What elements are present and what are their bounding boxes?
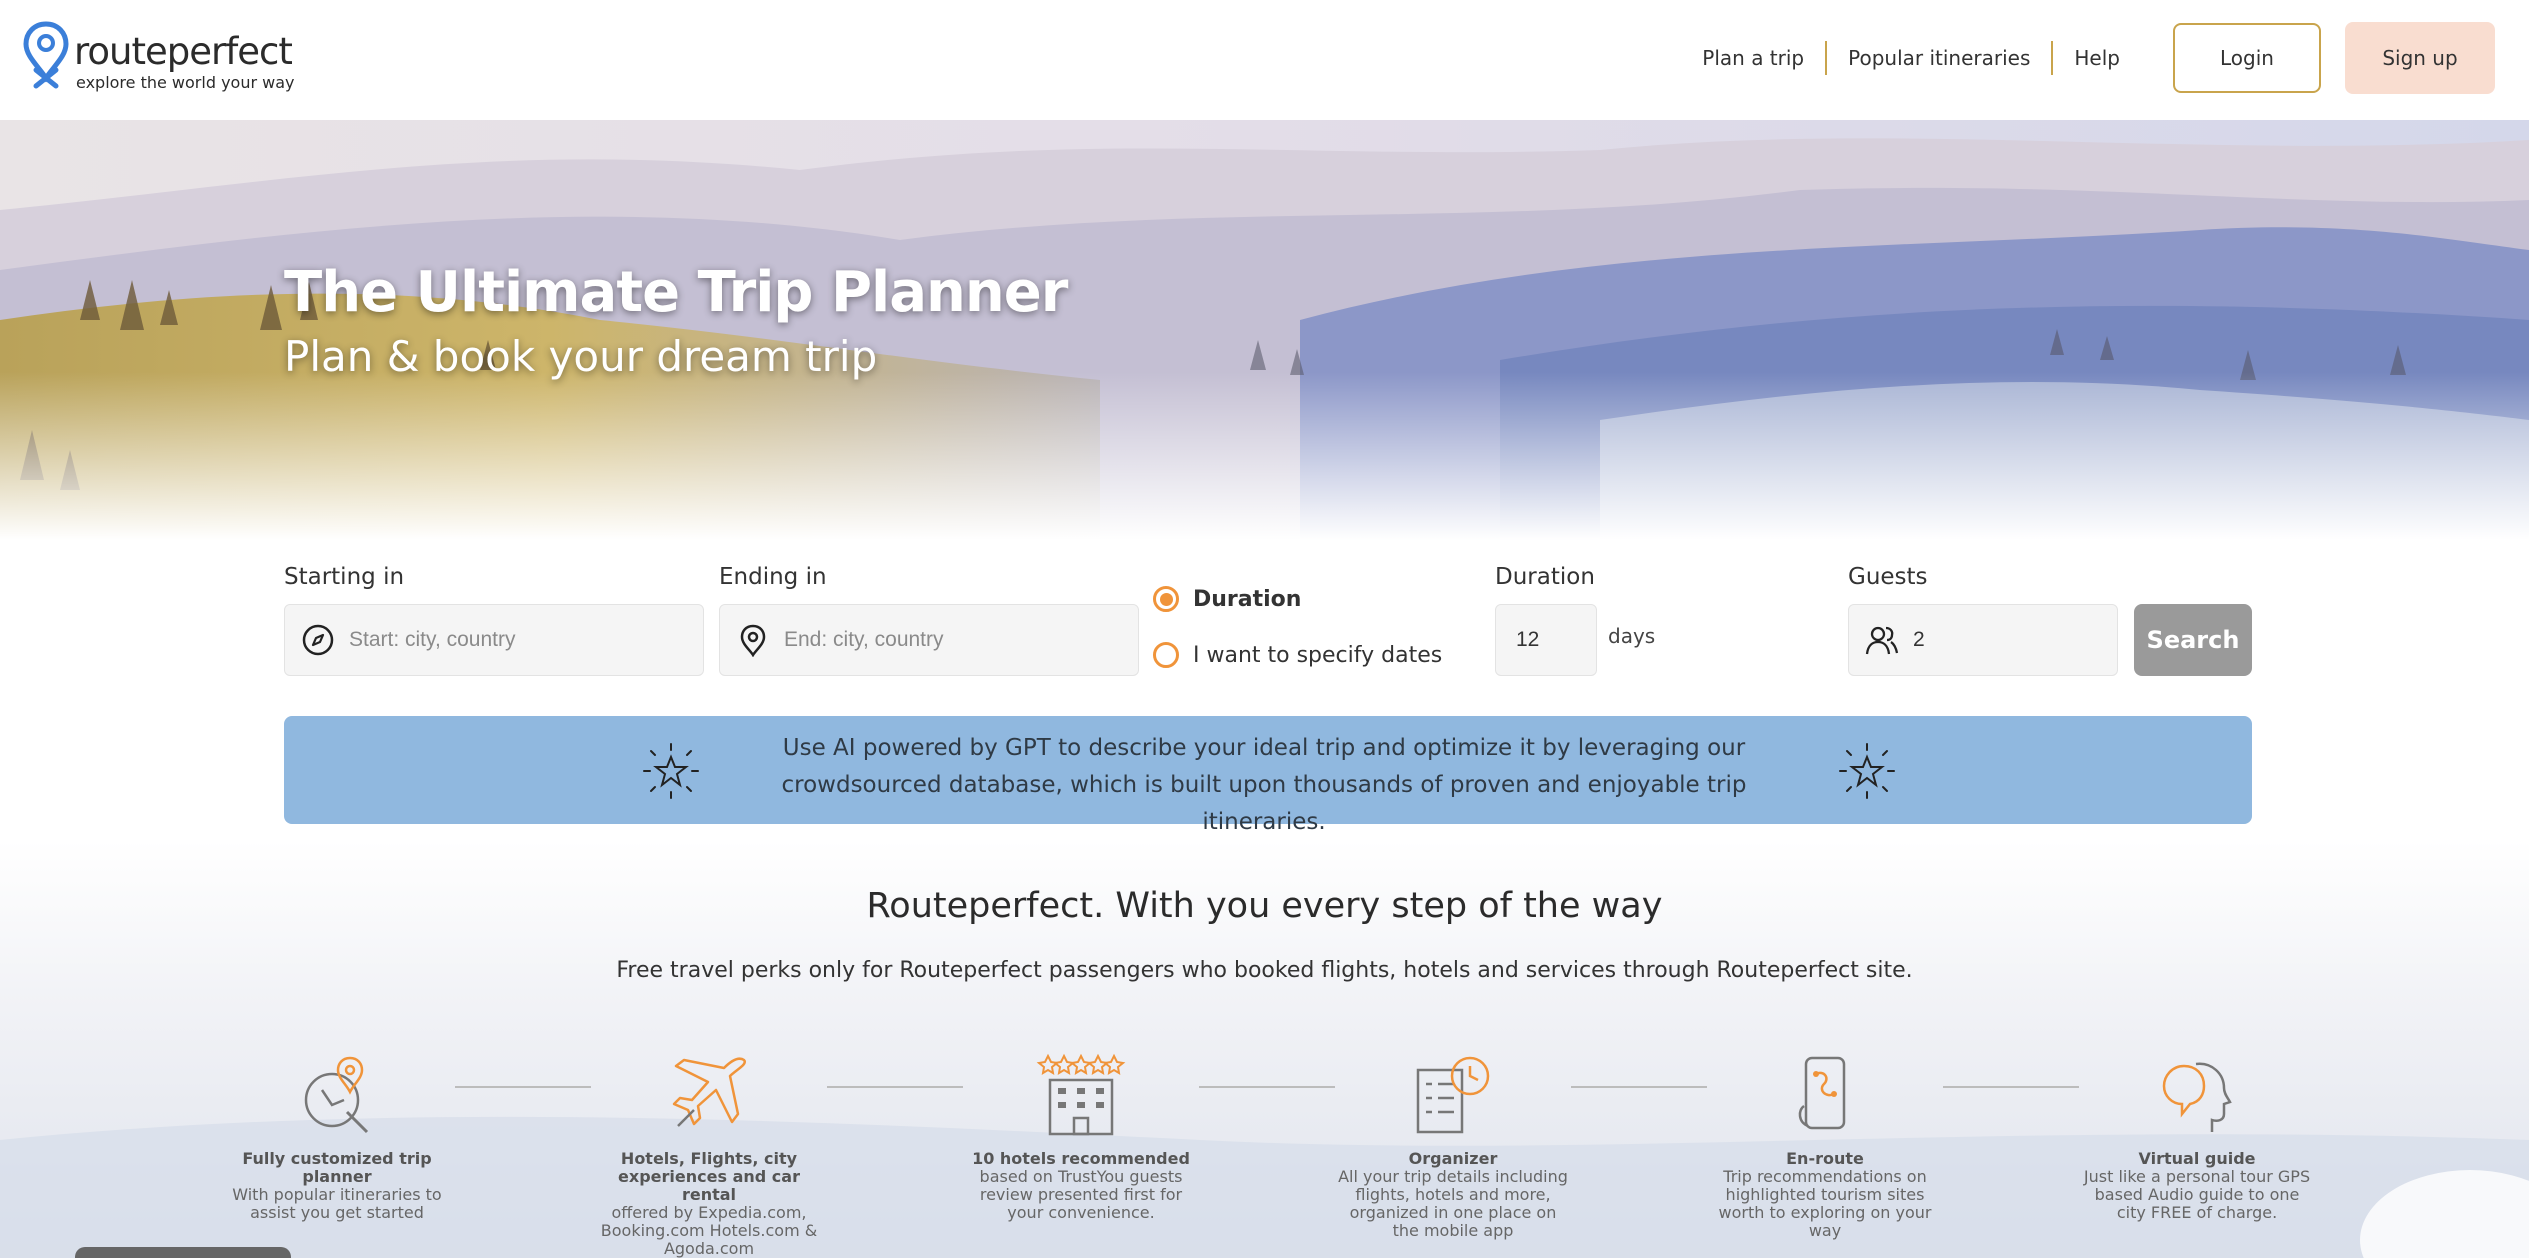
duration-unit: days bbox=[1608, 624, 1656, 648]
step-title: Hotels, Flights, city experiences and ca… bbox=[618, 1149, 800, 1204]
organizer-checklist-icon bbox=[1416, 1056, 1490, 1134]
duration-radio-label: Duration bbox=[1193, 586, 1302, 612]
end-input[interactable] bbox=[782, 627, 1138, 653]
guests-input[interactable] bbox=[1911, 627, 2117, 653]
step-description: All your trip details including flights,… bbox=[1338, 1167, 1568, 1240]
step-description: offered by Expedia.com, Booking.com Hote… bbox=[600, 1203, 818, 1258]
duration-radio[interactable]: Duration bbox=[1153, 586, 1301, 612]
sparkle-star-icon bbox=[1839, 743, 1895, 799]
specify-dates-radio[interactable]: I want to specify dates bbox=[1153, 642, 1442, 668]
site-header: routeperfect explore the world your way … bbox=[0, 0, 2529, 120]
step-title: Organizer bbox=[1408, 1149, 1498, 1168]
duration-field[interactable] bbox=[1495, 604, 1597, 676]
step-title: En-route bbox=[1786, 1149, 1864, 1168]
compass-icon bbox=[302, 624, 334, 656]
feedback-tab[interactable] bbox=[75, 1247, 291, 1258]
step-description: Trip recommendations on highlighted tour… bbox=[1718, 1167, 1932, 1240]
section-title: Routeperfect. With you every step of the… bbox=[866, 886, 1663, 926]
hotel-stars-icon bbox=[1036, 1053, 1126, 1136]
section-subtitle: Free travel perks only for Routeperfect … bbox=[616, 958, 1913, 983]
end-field[interactable] bbox=[719, 604, 1139, 676]
step-title: Virtual guide bbox=[2138, 1149, 2256, 1168]
step-title: Fully customized trip planner bbox=[242, 1149, 432, 1186]
step-connector bbox=[1571, 1086, 1707, 1088]
audio-guide-head-icon bbox=[2162, 1062, 2232, 1132]
nav-popular-itineraries[interactable]: Popular itineraries bbox=[1827, 46, 2051, 70]
people-icon bbox=[1865, 626, 1899, 655]
specify-dates-label: I want to specify dates bbox=[1193, 642, 1443, 668]
map-planner-icon bbox=[304, 1056, 369, 1134]
step-item: Virtual guide Just like a personal tour … bbox=[2082, 1050, 2312, 1222]
sparkle-star-icon bbox=[643, 743, 699, 799]
main-nav: Plan a trip Popular itineraries Help Log… bbox=[1681, 22, 2495, 94]
step-connector bbox=[1943, 1086, 2079, 1088]
start-label: Starting in bbox=[284, 564, 405, 590]
step-description: With popular itineraries to assist you g… bbox=[232, 1185, 442, 1222]
perks-section: Routeperfect. With you every step of the… bbox=[0, 840, 2529, 1258]
step-connector bbox=[827, 1086, 963, 1088]
hero-banner: The Ultimate Trip Planner Plan & book yo… bbox=[0, 120, 2529, 540]
hero-subtitle: Plan & book your dream trip bbox=[284, 332, 878, 381]
hero-title: The Ultimate Trip Planner bbox=[284, 260, 1068, 325]
guests-label: Guests bbox=[1848, 564, 1928, 590]
nav-plan-trip[interactable]: Plan a trip bbox=[1681, 46, 1825, 70]
trip-search-form: Starting in Ending in Duration I want to… bbox=[0, 540, 2529, 840]
step-item: Organizer All your trip details includin… bbox=[1338, 1050, 1568, 1240]
step-title: 10 hotels recommended bbox=[972, 1149, 1190, 1168]
step-item: En-route Trip recommendations on highlig… bbox=[1710, 1050, 1940, 1240]
duration-label: Duration bbox=[1495, 564, 1595, 590]
logo-name: routeperfect bbox=[74, 30, 293, 73]
radio-unselected bbox=[1153, 642, 1179, 668]
search-button[interactable]: Search bbox=[2134, 604, 2252, 676]
mountain-landscape-image bbox=[0, 120, 2529, 540]
step-item: 10 hotels recommended based on TrustYou … bbox=[966, 1050, 1196, 1222]
step-item: Hotels, Flights, city experiences and ca… bbox=[594, 1050, 824, 1258]
radio-selected bbox=[1153, 586, 1179, 612]
duration-input[interactable] bbox=[1496, 627, 1596, 653]
nav-help[interactable]: Help bbox=[2053, 46, 2141, 70]
logo-tagline: explore the world your way bbox=[76, 73, 295, 92]
step-description: based on TrustYou guests review presente… bbox=[979, 1167, 1183, 1222]
step-connector bbox=[455, 1086, 591, 1088]
step-item: Fully customized trip planner With popul… bbox=[222, 1050, 452, 1222]
mobile-route-icon bbox=[1798, 1056, 1846, 1130]
step-connector bbox=[1199, 1086, 1335, 1088]
start-field[interactable] bbox=[284, 604, 704, 676]
ai-banner-text: Use AI powered by GPT to describe your i… bbox=[781, 735, 1747, 835]
airplane-icon bbox=[672, 1057, 747, 1127]
guests-field[interactable] bbox=[1848, 604, 2118, 676]
login-button[interactable]: Login bbox=[2173, 23, 2321, 93]
end-label: Ending in bbox=[719, 564, 827, 590]
start-input[interactable] bbox=[347, 627, 703, 653]
location-pin-icon bbox=[740, 624, 766, 657]
signup-button[interactable]: Sign up bbox=[2345, 22, 2495, 94]
ai-banner[interactable]: Use AI powered by GPT to describe your i… bbox=[284, 716, 2252, 835]
logo[interactable]: routeperfect explore the world your way bbox=[22, 20, 302, 95]
step-description: Just like a personal tour GPS based Audi… bbox=[2083, 1167, 2311, 1222]
map-pin-icon bbox=[23, 21, 69, 89]
